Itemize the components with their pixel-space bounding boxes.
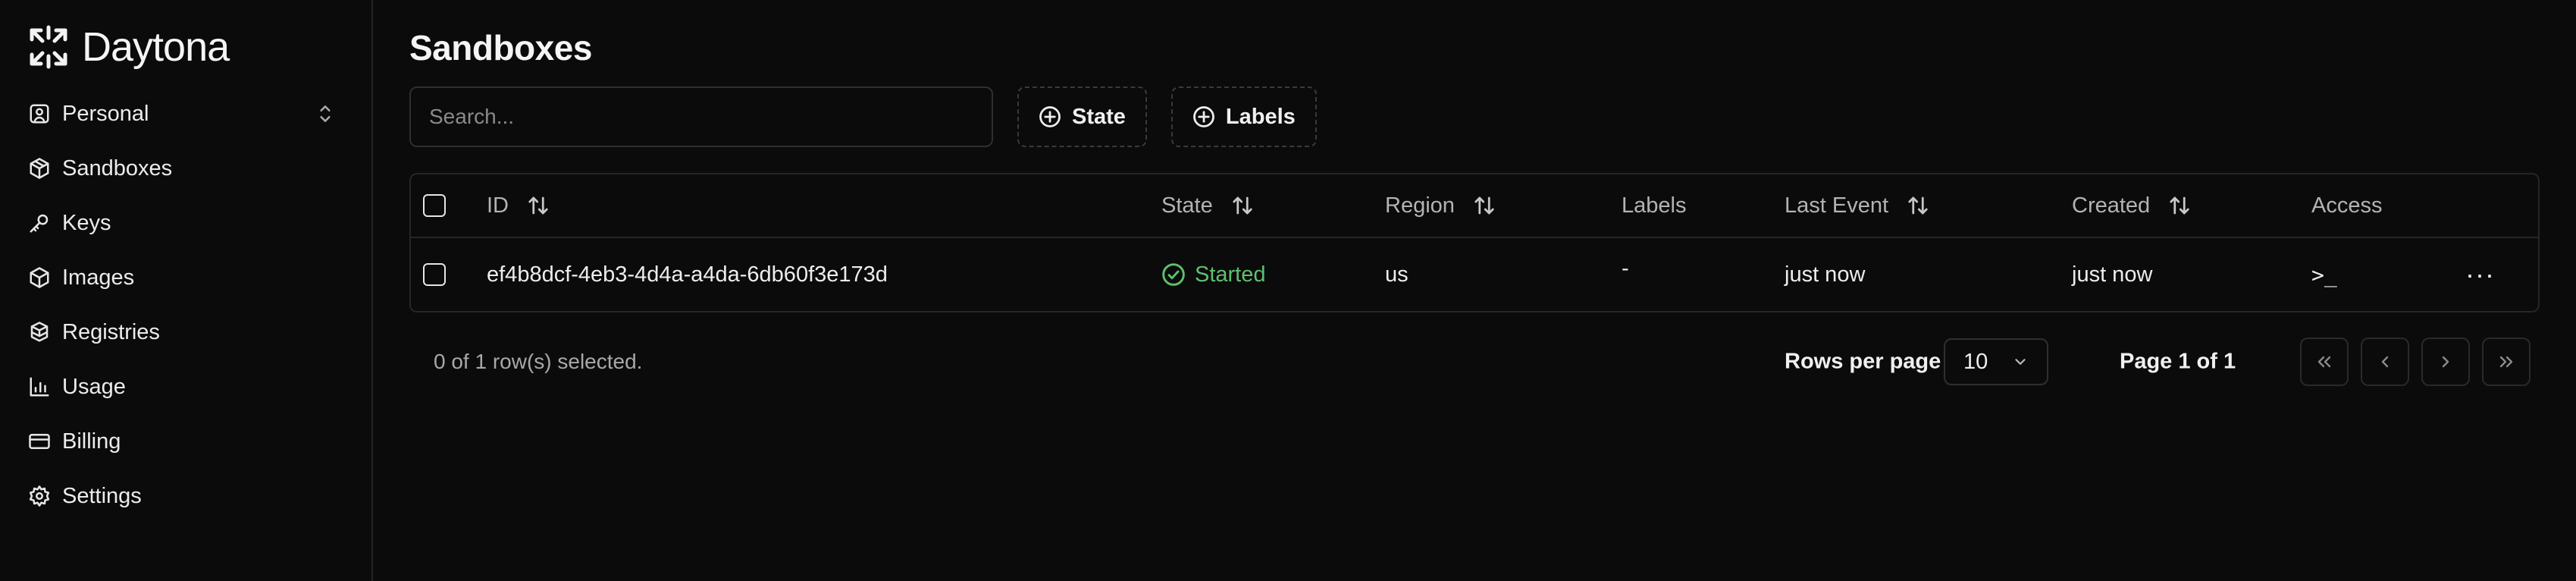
- gear-icon: [26, 482, 53, 510]
- key-icon: [26, 209, 53, 237]
- sandbox-region: us: [1385, 262, 1409, 287]
- column-header-label: Access: [2311, 193, 2383, 218]
- column-header-access: Access: [2311, 174, 2382, 237]
- daytona-logo-icon: [30, 25, 67, 69]
- sidebar-item-label: Sandboxes: [62, 155, 173, 181]
- sandbox-last-event: just now: [1785, 262, 1866, 287]
- chart-icon: [26, 373, 53, 400]
- table-row[interactable]: ef4b8dcf-4eb3-4d4a-a4da-6db60f3e173d Sta…: [411, 238, 2538, 311]
- previous-page-button[interactable]: [2361, 338, 2409, 386]
- column-header-label: ID: [487, 193, 509, 218]
- sidebar-item-usage[interactable]: Usage: [26, 360, 346, 414]
- boxes-icon: [26, 319, 53, 346]
- column-header-label: Region: [1385, 193, 1455, 218]
- chevrons-up-down-icon: [315, 102, 335, 126]
- sort-icon[interactable]: [1231, 194, 1254, 217]
- row-checkbox[interactable]: [423, 263, 446, 286]
- state-label: Started: [1195, 262, 1266, 287]
- column-header-state[interactable]: State: [1161, 174, 1254, 237]
- chevron-left-icon: [2381, 356, 2389, 368]
- row-select-cell: [423, 238, 446, 311]
- table-footer: 0 of 1 row(s) selected. Rows per page 10…: [409, 312, 2540, 411]
- page-title: Sandboxes: [409, 28, 592, 68]
- table-header-row: ID State Region Labels Last Event Create…: [411, 174, 2538, 238]
- sidebar-item-label: Billing: [62, 429, 121, 454]
- sort-icon[interactable]: [1473, 194, 1496, 217]
- brand-name: Daytona: [82, 24, 230, 70]
- state-filter-label: State: [1072, 104, 1126, 129]
- chevron-down-icon: [2015, 359, 2026, 365]
- last-page-button[interactable]: [2482, 338, 2531, 386]
- sidebar: Daytona Personal Sandboxes Keys Images R…: [0, 0, 373, 581]
- sandbox-created: just now: [2072, 262, 2153, 287]
- column-header-last-event[interactable]: Last Event: [1785, 174, 1929, 237]
- page-info: Page 1 of 1: [2120, 349, 2236, 374]
- chevrons-right-icon: [2499, 356, 2513, 368]
- box-icon: [26, 155, 53, 182]
- sidebar-item-billing[interactable]: Billing: [26, 414, 346, 469]
- column-header-labels: Labels: [1622, 174, 1686, 237]
- sidebar-item-sandboxes[interactable]: Sandboxes: [26, 141, 346, 196]
- plus-circle-icon: [1193, 106, 1214, 127]
- selection-count: 0 of 1 row(s) selected.: [434, 350, 643, 373]
- labels-filter-button[interactable]: Labels: [1170, 86, 1317, 147]
- user-square-icon: [26, 100, 53, 127]
- workspace-switcher[interactable]: Personal: [26, 86, 346, 141]
- column-header-label: State: [1161, 193, 1213, 218]
- state-filter-button[interactable]: State: [1017, 86, 1147, 147]
- sidebar-item-label: Usage: [62, 374, 126, 399]
- sort-icon[interactable]: [2168, 194, 2191, 217]
- column-header-region[interactable]: Region: [1385, 174, 1496, 237]
- sidebar-item-keys[interactable]: Keys: [26, 196, 346, 250]
- brand-logo[interactable]: Daytona: [26, 21, 346, 73]
- column-header-label: Created: [2072, 193, 2151, 218]
- sidebar-item-images[interactable]: Images: [26, 250, 346, 305]
- sandboxes-table: ID State Region Labels Last Event Create…: [409, 173, 2540, 312]
- terminal-access-icon[interactable]: >_: [2311, 238, 2337, 311]
- rows-per-page-select[interactable]: 10: [1944, 338, 2048, 385]
- app-root: Daytona Personal Sandboxes Keys Images R…: [0, 0, 2576, 581]
- search-input[interactable]: [409, 86, 993, 147]
- check-circle-icon: [1162, 263, 1185, 286]
- column-header-label: Labels: [1622, 193, 1687, 218]
- column-header-label: Last Event: [1785, 193, 1889, 218]
- rows-per-page-value: 10: [1963, 349, 1988, 374]
- toolbar: State Labels: [409, 86, 2540, 147]
- labels-filter-label: Labels: [1225, 104, 1296, 129]
- main-content: Sandboxes State Labels ID: [373, 0, 2576, 581]
- sandbox-id[interactable]: ef4b8dcf-4eb3-4d4a-a4da-6db60f3e173d: [487, 238, 888, 311]
- row-actions-menu-icon[interactable]: ···: [2465, 238, 2495, 311]
- select-all-cell: [423, 174, 446, 237]
- chevrons-left-icon: [2317, 356, 2331, 368]
- sidebar-item-label: Settings: [62, 483, 142, 508]
- sidebar-nav: Personal Sandboxes Keys Images Registrie…: [26, 86, 346, 523]
- sort-icon[interactable]: [1907, 194, 1929, 217]
- sandbox-state: Started: [1161, 238, 1266, 311]
- next-page-button[interactable]: [2421, 338, 2470, 386]
- column-header-created[interactable]: Created: [2072, 174, 2191, 237]
- sidebar-item-label: Images: [62, 265, 135, 290]
- first-page-button[interactable]: [2300, 338, 2349, 386]
- select-all-checkbox[interactable]: [423, 194, 446, 217]
- sidebar-item-settings[interactable]: Settings: [26, 469, 346, 523]
- workspace-label: Personal: [62, 101, 149, 126]
- sandbox-labels: -: [1622, 256, 1629, 281]
- credit-card-icon: [26, 428, 53, 455]
- chevron-right-icon: [2442, 356, 2449, 368]
- plus-circle-icon: [1039, 106, 1061, 127]
- sidebar-item-label: Keys: [62, 210, 111, 235]
- column-header-id[interactable]: ID: [487, 174, 550, 237]
- rows-per-page-label: Rows per page: [1785, 349, 1941, 374]
- package-icon: [26, 264, 53, 291]
- sidebar-item-registries[interactable]: Registries: [26, 305, 346, 360]
- sort-icon[interactable]: [527, 194, 550, 217]
- sidebar-item-label: Registries: [62, 319, 160, 344]
